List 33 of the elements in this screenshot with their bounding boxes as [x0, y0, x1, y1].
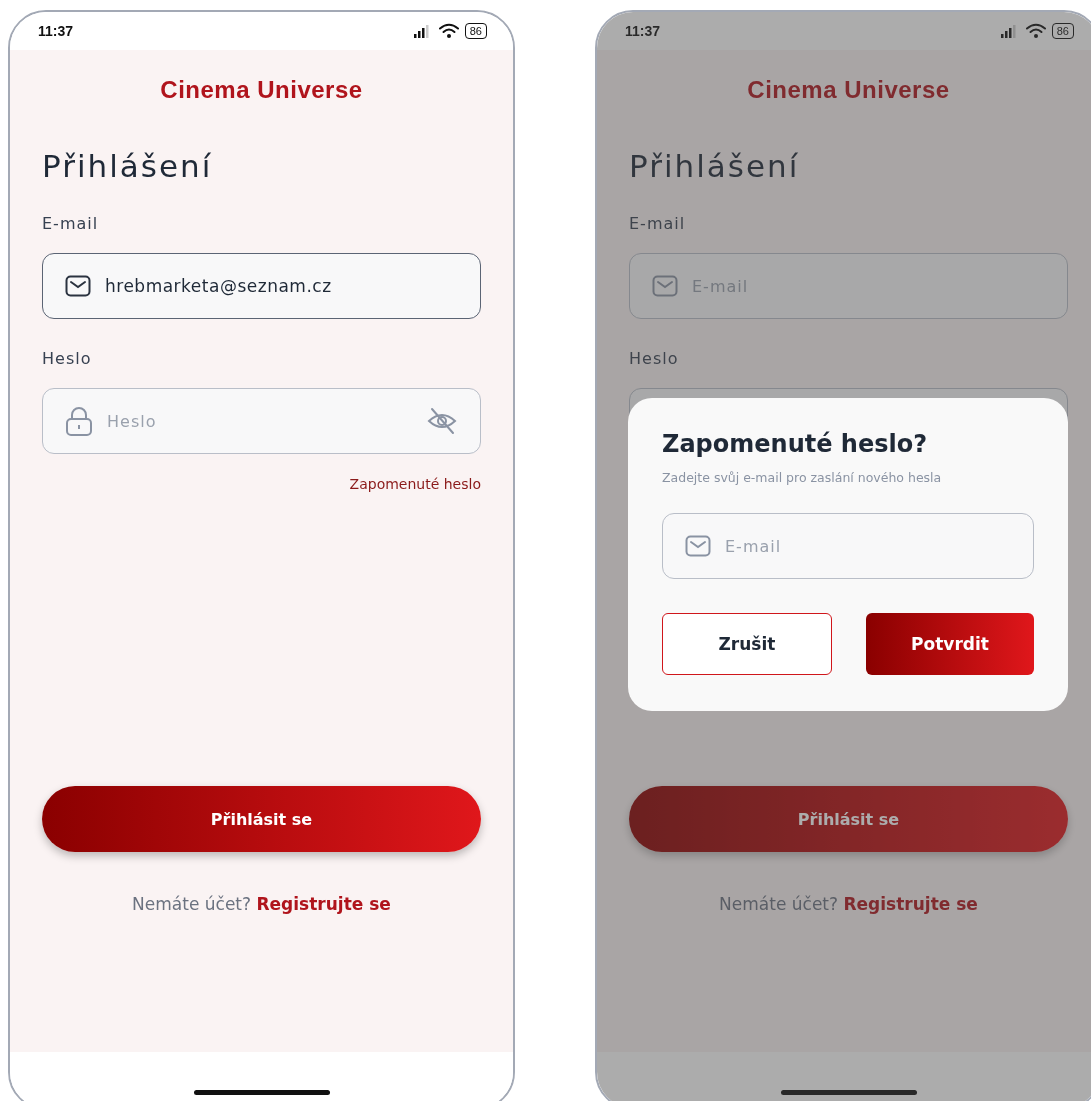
app-logo: Cinema Universe — [746, 76, 951, 104]
wifi-icon — [437, 23, 460, 39]
status-time: 11:37 — [625, 23, 661, 39]
wifi-icon — [1024, 23, 1047, 39]
home-indicator[interactable] — [780, 1090, 917, 1095]
envelope-icon — [652, 275, 678, 297]
eye-slash-icon[interactable] — [426, 407, 458, 435]
status-time: 11:37 — [38, 23, 74, 39]
register-link[interactable]: Registrujte se — [256, 894, 391, 914]
forgot-password-link[interactable]: Zapomenuté heslo — [349, 476, 481, 496]
input-field[interactable]: hrebmarketa@seznam.cz — [42, 253, 481, 319]
cancel-button[interactable]: Zrušit — [662, 613, 832, 675]
app-logo: Cinema Universe — [159, 76, 364, 104]
field-label: Heslo — [42, 349, 93, 368]
battery-indicator: 86 — [1051, 23, 1074, 39]
field-label: Heslo — [629, 349, 680, 368]
lock-icon — [65, 406, 93, 436]
field-label: E-mail — [42, 214, 100, 233]
home-indicator[interactable] — [193, 1090, 330, 1095]
page-title: Přihlášení — [629, 148, 801, 184]
register-link[interactable]: Registrujte se — [843, 894, 978, 914]
battery-indicator: 86 — [464, 23, 487, 39]
login-button[interactable]: Přihlásit se — [42, 786, 481, 852]
dialog-subtitle: Zadejte svůj e-mail pro zaslání nového hesla — [662, 470, 943, 485]
login-button[interactable]: Přihlásit se — [629, 786, 1068, 852]
field-label: E-mail — [629, 214, 687, 233]
register-prompt: Nemáte účet? Registrujte se — [718, 894, 979, 914]
dialog-title: Zapomenuté heslo? — [662, 430, 929, 458]
register-prompt: Nemáte účet? Registrujte se — [131, 894, 392, 914]
envelope-icon — [685, 535, 711, 557]
envelope-icon — [65, 275, 91, 297]
page-title: Přihlášení — [42, 148, 214, 184]
confirm-button[interactable]: Potvrdit — [866, 613, 1034, 675]
